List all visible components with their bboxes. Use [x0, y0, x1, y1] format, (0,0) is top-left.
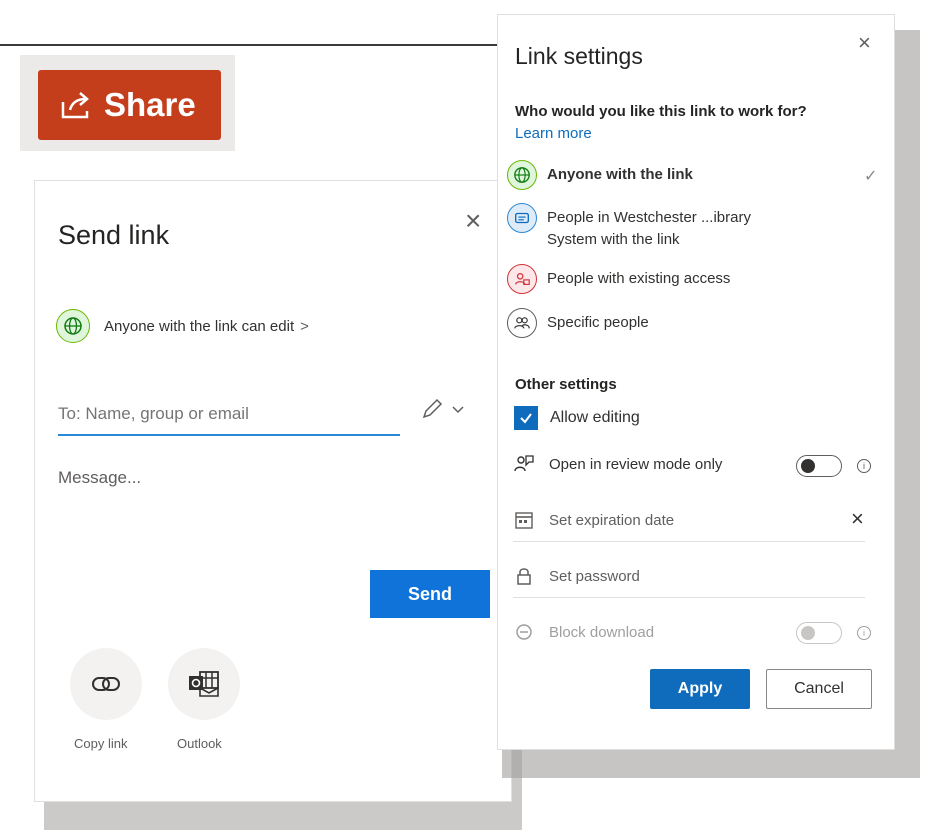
- copy-link-label: Copy link: [74, 736, 128, 751]
- block-download-label: Block download: [549, 623, 655, 641]
- permission-dropdown[interactable]: [420, 397, 466, 421]
- expiration-label: Set expiration date: [549, 511, 675, 529]
- close-icon[interactable]: ×: [465, 205, 481, 237]
- share-label: Share: [104, 86, 196, 123]
- block-download-toggle[interactable]: [796, 622, 842, 644]
- share-button[interactable]: Share: [38, 70, 221, 140]
- password-row[interactable]: Set password: [513, 565, 640, 587]
- option-organization[interactable]: People in Westchester ...ibrary System w…: [507, 203, 797, 251]
- expiration-row[interactable]: Set expiration date: [513, 509, 674, 531]
- option-label: Anyone with the link: [547, 166, 693, 183]
- chevron-right-icon: >: [300, 317, 309, 335]
- pencil-icon: [422, 398, 443, 419]
- info-icon[interactable]: i: [857, 626, 871, 640]
- link-permission-label: Anyone with the link can edit: [104, 317, 295, 335]
- link-settings-title: Link settings: [515, 43, 643, 69]
- link-permission-summary[interactable]: Anyone with the link can edit >: [56, 309, 309, 343]
- divider: [513, 541, 865, 542]
- block-icon: [516, 624, 532, 640]
- globe-icon: [56, 309, 90, 343]
- allow-editing-checkbox[interactable]: Allow editing: [514, 406, 640, 430]
- option-label: People in Westchester ...ibrary System w…: [547, 209, 751, 248]
- close-icon[interactable]: ×: [858, 30, 871, 56]
- clear-date-icon[interactable]: ×: [851, 506, 864, 532]
- allow-editing-label: Allow editing: [550, 409, 640, 426]
- building-icon: [507, 203, 537, 233]
- option-label: People with existing access: [547, 270, 731, 287]
- apply-button[interactable]: Apply: [650, 669, 750, 709]
- audience-question-text: Who would you like this link to work for…: [515, 103, 807, 120]
- send-link-title: Send link: [58, 220, 170, 250]
- review-mode-toggle[interactable]: [796, 455, 842, 477]
- review-mode-label: Open in review mode only: [549, 455, 723, 473]
- audience-question: Who would you like this link to work for…: [515, 101, 835, 145]
- block-download-row: Block download: [513, 621, 654, 643]
- review-mode-row: Open in review mode only: [513, 453, 722, 475]
- copy-link-button[interactable]: [70, 648, 142, 720]
- lock-icon: [517, 568, 531, 585]
- share-icon: [61, 92, 89, 119]
- option-specific-people[interactable]: Specific people: [507, 308, 649, 338]
- divider: [513, 597, 865, 598]
- option-existing-access[interactable]: People with existing access: [507, 264, 730, 294]
- checkmark-icon: [514, 406, 538, 430]
- link-icon: [92, 677, 120, 691]
- password-label: Set password: [549, 567, 640, 585]
- review-icon: [514, 455, 534, 472]
- selected-check-icon: ✓: [864, 168, 878, 185]
- send-button[interactable]: Send: [370, 570, 490, 618]
- recipient-input[interactable]: [58, 394, 400, 436]
- option-anyone[interactable]: Anyone with the link: [507, 160, 693, 190]
- chevron-down-icon: [452, 406, 464, 414]
- other-settings-title: Other settings: [515, 376, 617, 393]
- message-input[interactable]: Message...: [58, 468, 141, 488]
- learn-more-link[interactable]: Learn more: [515, 125, 592, 142]
- info-icon[interactable]: i: [857, 459, 871, 473]
- calendar-icon: [515, 512, 533, 529]
- globe-icon: [507, 160, 537, 190]
- outlook-icon: [189, 671, 219, 697]
- option-label: Specific people: [547, 314, 649, 331]
- top-divider: [0, 44, 500, 46]
- outlook-button[interactable]: [168, 648, 240, 720]
- outlook-label: Outlook: [177, 736, 222, 751]
- cancel-button[interactable]: Cancel: [766, 669, 872, 709]
- people-lock-icon: [507, 264, 537, 294]
- people-icon: [507, 308, 537, 338]
